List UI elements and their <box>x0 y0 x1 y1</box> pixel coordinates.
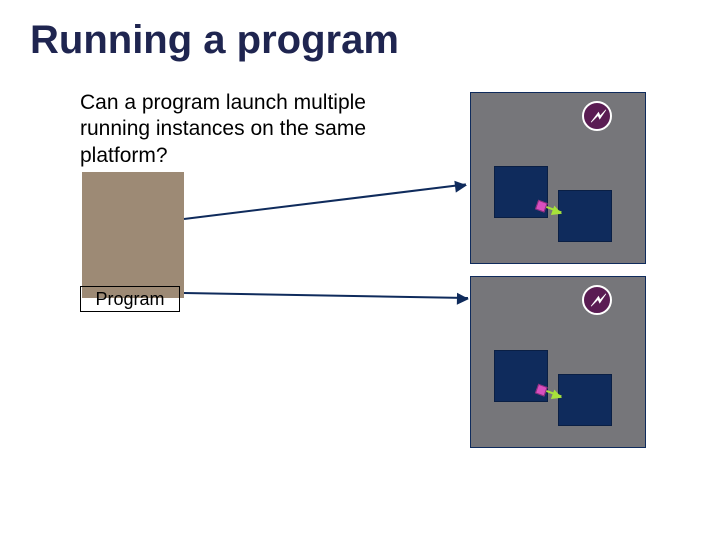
program-label: Program <box>80 286 180 312</box>
question-text: Can a program launch multiple running in… <box>80 90 400 169</box>
arrow-to-instance-1 <box>184 183 466 220</box>
bolt-glyph: 🗲 <box>591 290 603 311</box>
bolt-icon: 🗲 <box>582 285 612 315</box>
bolt-icon: 🗲 <box>582 101 612 131</box>
module-box <box>558 190 612 242</box>
bolt-glyph: 🗲 <box>591 106 603 127</box>
arrow-to-instance-2 <box>184 292 468 299</box>
module-box <box>558 374 612 426</box>
program-box <box>82 172 184 298</box>
slide: Running a program Can a program launch m… <box>0 0 720 540</box>
slide-title: Running a program <box>30 18 399 63</box>
